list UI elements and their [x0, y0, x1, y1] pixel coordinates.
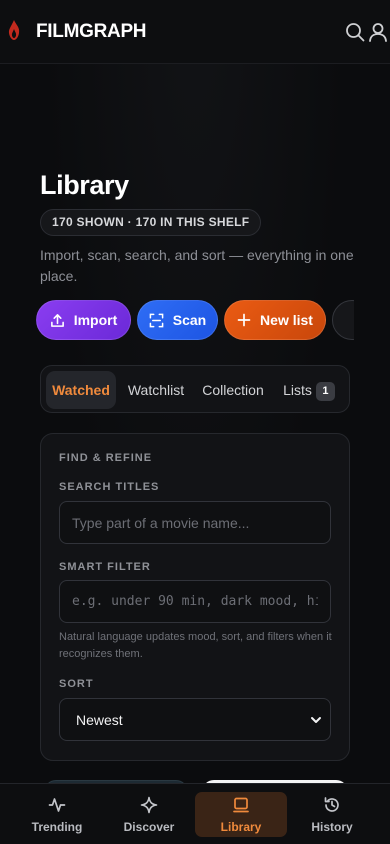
- nav-trending[interactable]: Trending: [11, 792, 103, 837]
- brand-name[interactable]: FILMGRAPH: [36, 21, 147, 43]
- nav-trending-label: Trending: [31, 820, 83, 834]
- new-list-button-label: New list: [260, 312, 313, 328]
- sort-select[interactable]: Newest: [59, 698, 331, 741]
- count-badge: 170 SHOWN · 170 IN THIS SHELF: [40, 209, 262, 236]
- upload-icon: [50, 313, 64, 327]
- nav-discover-label: Discover: [123, 820, 175, 834]
- activity-icon: [48, 798, 66, 812]
- tab-collection[interactable]: Collection: [198, 371, 268, 409]
- tab-watched[interactable]: Watched: [46, 371, 116, 409]
- page-subtitle: Import, scan, search, and sort — everyth…: [40, 247, 354, 284]
- smart-filter-hint: Natural language updates mood, sort, and…: [59, 631, 332, 660]
- user-icon[interactable]: [368, 22, 388, 42]
- more-actions-button[interactable]: [332, 300, 354, 340]
- page-title: Library: [40, 170, 129, 200]
- library-header: Library 170 SHOWN · 170 IN THIS SHELF Im…: [40, 168, 354, 287]
- action-row: Import Scan New list: [36, 300, 354, 340]
- chevron-down-icon: [311, 717, 321, 723]
- nav-history[interactable]: History: [286, 792, 378, 837]
- import-button-label: Import: [73, 312, 118, 328]
- scan-button[interactable]: Scan: [137, 300, 218, 340]
- refine-panel: FIND & REFINE SEARCH TITLES SMART FILTER…: [40, 433, 350, 761]
- scan-button-label: Scan: [172, 312, 207, 328]
- nav-library-label: Library: [220, 820, 262, 834]
- search-icon[interactable]: [345, 22, 365, 42]
- import-button[interactable]: Import: [36, 300, 131, 340]
- sort-label: SORT: [59, 678, 94, 690]
- bottom-nav: Trending Discover Library History: [0, 783, 390, 844]
- search-titles-input[interactable]: [59, 501, 331, 544]
- sort-select-value: Newest: [76, 712, 123, 728]
- nav-library[interactable]: Library: [195, 792, 287, 837]
- tab-lists[interactable]: Lists 1: [279, 371, 339, 409]
- sparkle-icon: [140, 796, 158, 814]
- smart-filter-label: SMART FILTER: [59, 561, 151, 573]
- scan-icon: [149, 313, 164, 327]
- app-root: FILMGRAPH Library 170 SHOWN · 170 IN THI…: [0, 0, 390, 844]
- library-tabs: Watched Watchlist Collection Lists 1: [40, 365, 350, 413]
- new-list-button[interactable]: New list: [224, 300, 326, 340]
- refine-heading: FIND & REFINE: [59, 452, 153, 464]
- history-icon: [324, 797, 339, 812]
- tab-lists-label: Lists: [283, 382, 312, 398]
- search-titles-label: SEARCH TITLES: [59, 481, 160, 493]
- tab-watchlist[interactable]: Watchlist: [123, 371, 189, 409]
- plus-icon: [237, 313, 251, 327]
- nav-history-label: History: [311, 820, 353, 834]
- flame-logo-icon: [8, 20, 20, 40]
- smart-filter-input[interactable]: [59, 580, 331, 623]
- nav-discover[interactable]: Discover: [103, 792, 195, 837]
- top-bar: FILMGRAPH: [0, 0, 390, 64]
- library-icon: [233, 797, 249, 813]
- lists-count-badge: 1: [315, 382, 335, 401]
